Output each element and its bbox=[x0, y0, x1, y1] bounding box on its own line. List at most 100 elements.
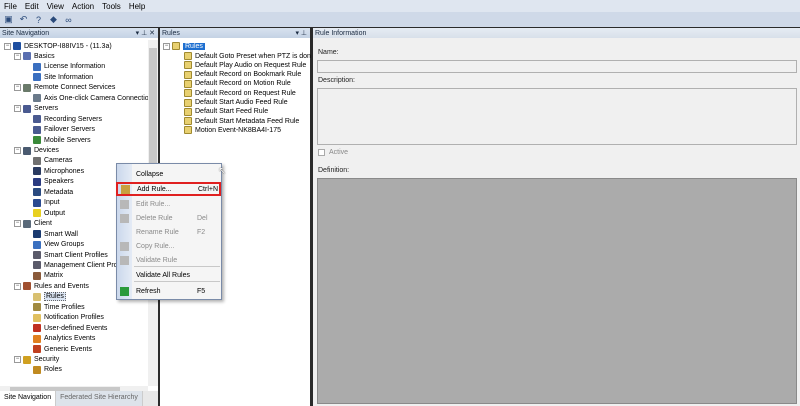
tree-item-label: Microphones bbox=[44, 167, 85, 175]
tree-item[interactable]: − Rules and Events bbox=[14, 281, 89, 291]
tree-item[interactable]: − DESKTOP-I88IV15 - (11.3a) bbox=[4, 41, 112, 51]
tree-item[interactable]: Site Information bbox=[24, 72, 93, 82]
tree-item[interactable]: Time Profiles bbox=[24, 302, 85, 312]
menu-view[interactable]: View bbox=[47, 2, 64, 11]
tree-item[interactable]: View Groups bbox=[24, 240, 84, 250]
menu-item-collapse[interactable]: Collapse bbox=[117, 168, 221, 180]
rules-root-label: Rules bbox=[183, 42, 205, 50]
tree-item[interactable]: Analytics Events bbox=[24, 334, 95, 344]
tree-item[interactable]: Smart Client Profiles bbox=[24, 250, 108, 260]
collapse-icon[interactable]: − bbox=[4, 42, 11, 50]
menu-item-validate-rule[interactable]: Validate Rule bbox=[117, 254, 221, 266]
menu-edit[interactable]: Edit bbox=[25, 2, 39, 11]
tree-item[interactable]: − Servers bbox=[14, 104, 58, 114]
menu-item-label: Validate All Rules bbox=[136, 271, 190, 279]
tab-federated-site-hierarchy[interactable]: Federated Site Hierarchy bbox=[56, 391, 143, 406]
menu-item-copy-rule[interactable]: Copy Rule... bbox=[117, 240, 221, 252]
tree-item[interactable]: Metadata bbox=[24, 187, 73, 197]
tree-item-label: Rules bbox=[44, 292, 66, 302]
tools-icon[interactable]: ◆ bbox=[48, 14, 59, 25]
tree-item[interactable]: Axis One-click Camera Connectio bbox=[24, 93, 149, 103]
tree-item[interactable]: Rules bbox=[24, 292, 66, 302]
binoculars-icon[interactable]: ∞ bbox=[63, 14, 74, 25]
collapse-icon[interactable]: − bbox=[14, 84, 21, 92]
tree-item[interactable]: − Basics bbox=[14, 51, 55, 61]
menu-item-rename-rule[interactable]: Rename Rule F2 bbox=[117, 226, 221, 238]
tree-item-label: Recording Servers bbox=[44, 115, 102, 123]
tree-item[interactable]: Notification Profiles bbox=[24, 313, 104, 323]
rule-label: Default Start Audio Feed Rule bbox=[195, 99, 288, 106]
tree-item[interactable]: Matrix bbox=[24, 271, 63, 281]
collapse-icon[interactable]: − bbox=[14, 220, 21, 228]
rule-icon bbox=[184, 107, 192, 116]
tree-item[interactable]: − Devices bbox=[14, 146, 59, 156]
tree-item[interactable]: User-defined Events bbox=[24, 323, 107, 333]
tree-item-label: Servers bbox=[34, 105, 59, 113]
menu-item-refresh[interactable]: Refresh F5 bbox=[117, 285, 221, 297]
tree-item[interactable]: Cameras bbox=[24, 156, 72, 166]
active-checkbox[interactable] bbox=[318, 149, 325, 156]
rule-label: Default Record on Bookmark Rule bbox=[195, 71, 302, 79]
tree-item-label: Roles bbox=[44, 366, 62, 374]
rule-icon bbox=[184, 79, 192, 88]
description-input[interactable] bbox=[317, 88, 797, 145]
menu-item-label: Copy Rule... bbox=[136, 242, 175, 250]
tree-item[interactable]: − Remote Connect Services bbox=[14, 83, 115, 93]
undo-icon[interactable]: ↶ bbox=[18, 14, 29, 25]
rules-root[interactable]: − Rules bbox=[163, 41, 205, 51]
panel-controls[interactable]: ▾ ⊥ bbox=[295, 29, 307, 37]
toolbar: ▣ ↶? ◆ ∞ bbox=[0, 12, 800, 27]
tree-item-icon bbox=[13, 42, 21, 50]
rules-icon bbox=[172, 42, 180, 50]
tree-item[interactable]: Input bbox=[24, 198, 60, 208]
menu-action[interactable]: Action bbox=[72, 2, 94, 11]
tree-item[interactable]: Failover Servers bbox=[24, 125, 95, 135]
panel-title: Site Navigation bbox=[2, 29, 50, 37]
rule-icon bbox=[184, 98, 192, 107]
collapse-icon[interactable]: − bbox=[14, 147, 21, 154]
tree-item[interactable]: Roles bbox=[24, 365, 62, 375]
rule-item[interactable]: Motion Event-NK8BA4I-175 bbox=[184, 125, 281, 135]
tab-site-navigation[interactable]: Site Navigation bbox=[0, 391, 57, 406]
tree-item[interactable]: Microphones bbox=[24, 166, 84, 176]
collapse-icon[interactable]: − bbox=[14, 356, 21, 363]
tree-item[interactable]: License Information bbox=[24, 62, 105, 72]
tree-item[interactable]: − Security bbox=[14, 355, 59, 365]
tree-item-label: License Information bbox=[44, 63, 106, 71]
menu-item-edit-rule[interactable]: Edit Rule... bbox=[117, 198, 221, 210]
tree-item[interactable]: Generic Events bbox=[24, 344, 92, 354]
tree-item-label: Matrix bbox=[44, 272, 64, 280]
tree-item[interactable]: Output bbox=[24, 208, 65, 218]
tree-item-icon bbox=[33, 292, 41, 301]
rule-icon bbox=[184, 70, 192, 79]
help-icon[interactable]: ? bbox=[33, 14, 44, 25]
collapse-icon[interactable]: − bbox=[14, 52, 21, 60]
tree-item[interactable]: Smart Wall bbox=[24, 229, 78, 239]
tree-item-icon bbox=[23, 219, 31, 228]
tree-item-label: Mobile Servers bbox=[44, 136, 91, 144]
collapse-icon[interactable]: − bbox=[163, 42, 170, 50]
panel-controls[interactable]: ▾ ⊥ ✕ bbox=[136, 29, 155, 37]
definition-label: Definition: bbox=[318, 167, 350, 174]
menu-item-validate-all-rules[interactable]: Validate All Rules bbox=[117, 269, 221, 281]
tree-item[interactable]: Recording Servers bbox=[24, 114, 102, 124]
menu-tools[interactable]: Tools bbox=[102, 2, 121, 11]
tree-item[interactable]: Management Client Prof bbox=[24, 260, 119, 270]
menu-help[interactable]: Help bbox=[129, 2, 145, 11]
tree-item[interactable]: Mobile Servers bbox=[24, 135, 91, 145]
menu-file[interactable]: File bbox=[4, 2, 17, 11]
tree-item-icon bbox=[23, 104, 31, 113]
menu-item-delete-rule[interactable]: Delete Rule Del bbox=[117, 212, 221, 224]
name-input[interactable] bbox=[317, 60, 797, 73]
collapse-icon[interactable]: − bbox=[14, 282, 21, 290]
collapse-icon[interactable]: − bbox=[14, 105, 21, 113]
tree-item-icon bbox=[33, 209, 41, 218]
tree-item-icon bbox=[33, 230, 41, 239]
tree-item[interactable]: − Client bbox=[14, 219, 52, 229]
definition-area bbox=[317, 178, 797, 404]
tree-item-label: Input bbox=[44, 199, 60, 207]
tree-item[interactable]: Speakers bbox=[24, 177, 74, 187]
menu-item-add-rule[interactable]: Add Rule... Ctrl+N bbox=[116, 182, 221, 196]
tree-item-icon bbox=[33, 251, 41, 259]
save-icon[interactable]: ▣ bbox=[3, 14, 14, 25]
